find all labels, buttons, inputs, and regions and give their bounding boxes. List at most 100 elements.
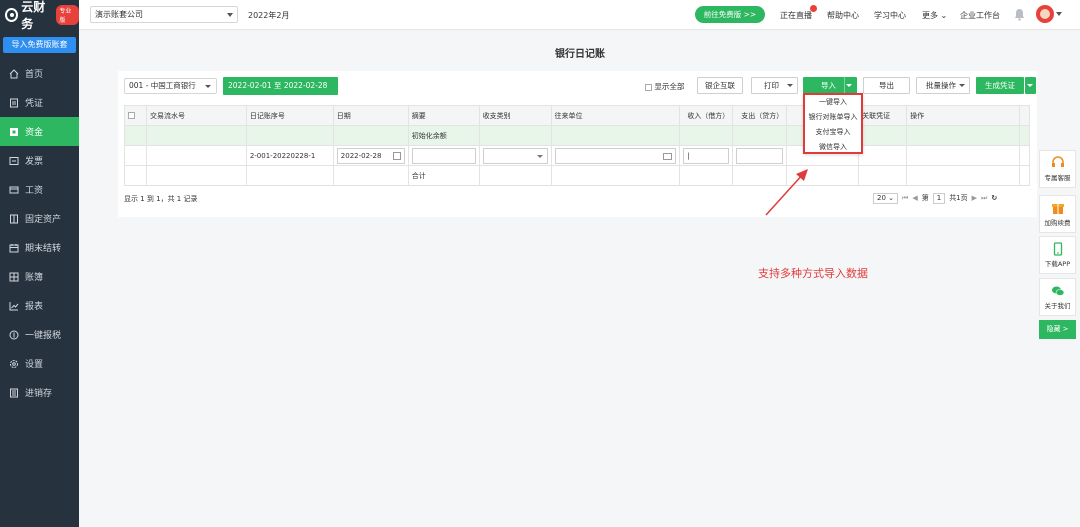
- buy-renew-widget[interactable]: 加购续费: [1039, 195, 1076, 233]
- calendar-icon[interactable]: [392, 151, 401, 160]
- table-cell: [732, 125, 788, 146]
- nav-learning-center[interactable]: 学习中心: [874, 10, 906, 21]
- table-row-initial-balance: 初始化余额: [124, 125, 1031, 146]
- date-value: 2022-02-28: [340, 151, 382, 160]
- live-badge-icon: [810, 5, 817, 12]
- phone-icon: [1053, 242, 1062, 256]
- date-range-picker[interactable]: 2022-02-01 至 2022-02-28: [223, 77, 338, 95]
- sidebar-item-label: 账簿: [25, 273, 44, 283]
- brand-logo[interactable]: 云财务 专业版: [0, 0, 79, 31]
- gift-icon: [1051, 204, 1064, 214]
- income-input[interactable]: |: [683, 147, 730, 164]
- bank-account-select[interactable]: 001 - 中国工商银行: [124, 78, 217, 94]
- expense-input[interactable]: [736, 147, 784, 164]
- sidebar-item-label: 工资: [25, 186, 44, 196]
- show-all-checkbox[interactable]: [645, 83, 652, 91]
- col-header-spacer: [1018, 105, 1031, 126]
- customer-service-widget[interactable]: 专属客服: [1039, 150, 1076, 188]
- sidebar-item-inventory[interactable]: 进销存: [0, 378, 79, 407]
- nav-enterprise-workbench[interactable]: 企业工作台: [960, 10, 1000, 21]
- buy-renew-label: 加购续费: [1044, 219, 1071, 227]
- nav-live[interactable]: 正在直播: [780, 5, 817, 21]
- bank-link-button[interactable]: 银企互联: [697, 77, 743, 94]
- generate-voucher-button[interactable]: 生成凭证: [976, 77, 1024, 94]
- category-select[interactable]: [482, 147, 548, 164]
- batch-operation-button[interactable]: 批量操作: [916, 77, 970, 94]
- summary-input[interactable]: [411, 147, 476, 164]
- table-cell: [332, 165, 409, 186]
- hide-panel-button[interactable]: 隐藏 >: [1039, 320, 1076, 339]
- import-dropdown-menu: 一键导入 银行对账单导入 支付宝导入 微信导入: [803, 93, 863, 154]
- nav-help-center[interactable]: 帮助中心: [827, 10, 859, 21]
- go-free-version-button[interactable]: 前往免费版 >>: [695, 6, 765, 23]
- journal-seq-cell: 2-001-20220228-1: [245, 145, 334, 166]
- date-input[interactable]: 2022-02-28: [336, 147, 405, 164]
- generate-voucher-dropdown[interactable]: [1025, 77, 1036, 94]
- sidebar-item-home[interactable]: 首页: [0, 59, 79, 88]
- sidebar-item-salary[interactable]: 工资: [0, 175, 79, 204]
- pagination: 20 ⌄ ⏮ ◀ 第 1 共1页 ▶ ⏭ ↻: [873, 192, 997, 204]
- menu-item-bank-statement-import[interactable]: 银行对账单导入: [805, 110, 861, 125]
- page-size-value: 20: [877, 193, 886, 202]
- show-all-toggle[interactable]: 显示全部: [645, 81, 684, 92]
- select-all-cell[interactable]: [124, 105, 147, 126]
- next-page-icon[interactable]: ▶: [972, 194, 977, 202]
- journal-table: 交易流水号 日记账序号 日期 摘要 收支类别 往来单位 收入（借方） 支出（贷方…: [124, 105, 1031, 186]
- sidebar-item-period-close[interactable]: 期末结转: [0, 233, 79, 262]
- table-row-total: 合计: [124, 165, 1031, 186]
- bank-account-value: 001 - 中国工商银行: [129, 81, 196, 90]
- select-all-checkbox[interactable]: [128, 112, 135, 119]
- table-cell: [906, 165, 1020, 186]
- company-select[interactable]: 演示账套公司: [90, 6, 238, 23]
- avatar-face-icon: [1040, 9, 1050, 19]
- table-cell: [550, 125, 681, 146]
- income-cell: |: [679, 145, 734, 166]
- sidebar-item-label: 设置: [25, 360, 44, 370]
- page-size-select[interactable]: 20 ⌄: [873, 192, 899, 204]
- nav-live-label: 正在直播: [780, 11, 812, 20]
- sidebar-item-settings[interactable]: 设置: [0, 349, 79, 378]
- menu-item-one-click-import[interactable]: 一键导入: [805, 95, 861, 110]
- import-button[interactable]: 导入: [803, 77, 857, 94]
- sidebar-item-label: 凭证: [25, 99, 44, 109]
- refresh-icon[interactable]: ↻: [991, 194, 997, 202]
- menu-item-alipay-import[interactable]: 支付宝导入: [805, 125, 861, 140]
- sidebar-item-label: 资金: [25, 128, 44, 138]
- col-header-counterparty: 往来单位: [550, 105, 681, 126]
- import-free-ledger-button[interactable]: 导入免费版账套: [3, 37, 76, 53]
- button-divider: [844, 77, 845, 94]
- sidebar-item-fixed-asset[interactable]: 固定资产: [0, 204, 79, 233]
- page-number-input[interactable]: 1: [932, 192, 946, 204]
- sidebar-item-tax[interactable]: 一键报税: [0, 320, 79, 349]
- picker-grid-icon[interactable]: [663, 152, 673, 160]
- chevron-down-icon: [959, 84, 965, 87]
- table-row-edit: 2-001-20220228-1 2022-02-28 |: [124, 145, 1031, 166]
- chevron-down-icon[interactable]: [1056, 12, 1062, 16]
- sidebar-item-report[interactable]: 报表: [0, 291, 79, 320]
- table-cell: [906, 125, 1020, 146]
- counterparty-input[interactable]: [554, 147, 677, 164]
- bell-icon[interactable]: [1014, 8, 1025, 21]
- download-app-widget[interactable]: 下载APP: [1039, 236, 1076, 274]
- wechat-icon: [1051, 286, 1064, 296]
- first-page-icon[interactable]: ⏮: [902, 194, 908, 203]
- col-header-journal-seq: 日记账序号: [245, 105, 334, 126]
- sidebar-item-ledger[interactable]: 账簿: [0, 262, 79, 291]
- menu-item-wechat-import[interactable]: 微信导入: [805, 140, 861, 155]
- logo-icon: [5, 8, 19, 22]
- print-button[interactable]: 打印: [751, 77, 798, 94]
- avatar[interactable]: [1036, 5, 1054, 23]
- period-close-icon: [9, 243, 19, 253]
- nav-more[interactable]: 更多 ⌄: [922, 10, 947, 21]
- about-us-widget[interactable]: 关于我们: [1039, 278, 1076, 316]
- sidebar-item-voucher[interactable]: 凭证: [0, 88, 79, 117]
- sidebar-item-invoice[interactable]: 发票: [0, 146, 79, 175]
- last-page-icon[interactable]: ⏭: [981, 194, 987, 203]
- prev-page-icon[interactable]: ◀: [912, 194, 917, 202]
- voucher-icon: [9, 98, 19, 108]
- table-cell: [858, 125, 908, 146]
- col-header-linked-voucher: 关联凭证: [858, 105, 908, 126]
- export-button[interactable]: 导出: [863, 77, 910, 94]
- table-cell: [906, 145, 1020, 166]
- sidebar-item-fund[interactable]: 资金: [0, 117, 79, 146]
